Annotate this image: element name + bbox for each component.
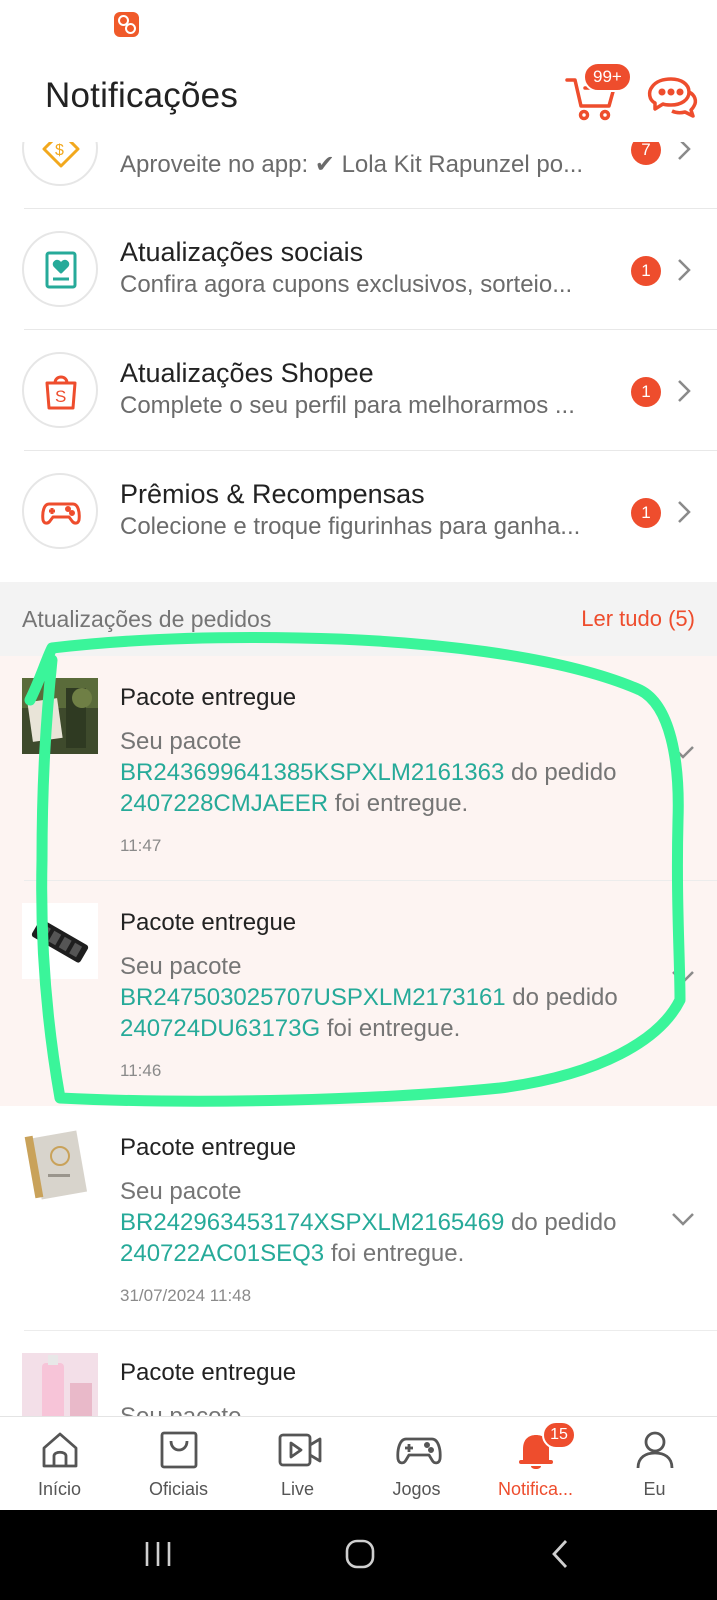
order-updates-list: Pacote entregue Seu pacote BR24369964138… [0, 656, 717, 1416]
home-circle-icon[interactable] [344, 1538, 376, 1570]
nav-notifications[interactable]: 15 Notifica... [476, 1417, 595, 1511]
category-description: Aproveite no app: ✔ Lola Kit Rapunzel po… [120, 151, 584, 178]
status-bar [0, 0, 717, 50]
nav-profile[interactable]: Eu [595, 1417, 714, 1511]
chevron-right-icon [678, 259, 691, 281]
category-title: Atualizações sociais [120, 237, 364, 267]
category-row-rewards[interactable]: Prêmios & Recompensas Colecione e troque… [0, 451, 717, 572]
body-prefix: Seu pacote [120, 1403, 241, 1416]
unread-count-badge: 1 [631, 377, 661, 407]
cart-badge: 99+ [583, 62, 632, 92]
orders-section-header: Atualizações de pedidos Ler tudo (5) [0, 582, 717, 656]
chat-icon [647, 77, 698, 118]
tracking-number-link[interactable]: BR247503025707USPXLM2173161 [120, 984, 506, 1011]
promo-voucher-icon: $ [22, 142, 98, 186]
notification-categories: $ Aproveite no app: ✔ Lola Kit Rapunzel … [0, 142, 717, 582]
page-title: Notificações [45, 76, 239, 115]
chevron-right-icon [678, 142, 691, 160]
notification-body: Seu pacote BR243699641385KSPXLM2161363 d… [120, 726, 660, 819]
order-notification[interactable]: Pacote entregue Seu pacote BR24296345317… [0, 1106, 717, 1331]
notification-time: 11:46 [120, 1061, 162, 1080]
games-icon [396, 1437, 442, 1465]
order-id-link[interactable]: 240724DU63173G [120, 1015, 320, 1042]
category-title: Prêmios & Recompensas [120, 479, 425, 509]
category-title: Atualizações Shopee [120, 358, 374, 388]
tracking-number-link[interactable]: BR243699641385KSPXLM2161363 [120, 759, 504, 786]
body-prefix: Seu pacote [120, 1178, 242, 1205]
body-mid: do pedido [504, 1209, 617, 1236]
body-mid: do pedido [505, 984, 618, 1011]
product-thumbnail [22, 903, 98, 979]
nav-live[interactable]: Live [238, 1417, 357, 1511]
notification-title: Pacote entregue [120, 1359, 297, 1386]
profile-icon [636, 1431, 674, 1469]
body-prefix: Seu pacote [120, 953, 242, 980]
tracking-number-link[interactable]: BR242963453174XSPXLM2165469 [120, 1209, 504, 1236]
top-header: Notificações 99+ [0, 50, 717, 142]
notification-title: Pacote entregue [120, 684, 297, 711]
category-description: Confira agora cupons exclusivos, sorteio… [120, 271, 573, 298]
home-icon [42, 1432, 78, 1468]
mall-bag-icon [160, 1431, 198, 1469]
order-id-link[interactable]: 240722AC01SEQ3 [120, 1240, 324, 1267]
svg-text:S: S [55, 387, 66, 406]
chevron-right-icon [678, 501, 691, 523]
body-mid: do pedido [504, 759, 617, 786]
bottom-navigation: Início Oficiais Live Jogos 15 Notifica..… [0, 1416, 717, 1510]
product-thumbnail [22, 1128, 98, 1204]
notifications-badge: 15 [542, 1421, 576, 1449]
live-video-icon [278, 1433, 322, 1467]
nav-label: Live [280, 1479, 315, 1499]
chevron-down-icon[interactable] [670, 744, 696, 760]
nav-label: Oficiais [148, 1479, 208, 1499]
back-icon[interactable] [550, 1538, 570, 1570]
order-notification[interactable]: Pacote entregue Seu pacote [0, 1331, 717, 1416]
order-id-link[interactable]: 2407228CMJAEER [120, 790, 328, 817]
body-suffix: foi entregue. [324, 1240, 465, 1267]
notification-title: Pacote entregue [120, 1134, 297, 1161]
order-notification[interactable]: Pacote entregue Seu pacote BR24750302570… [0, 881, 717, 1106]
notification-time: 31/07/2024 11:48 [120, 1286, 252, 1305]
body-suffix: foi entregue. [320, 1015, 461, 1042]
category-row-promotions[interactable]: $ Aproveite no app: ✔ Lola Kit Rapunzel … [0, 142, 717, 209]
nav-label: Início [37, 1479, 82, 1499]
nav-mall[interactable]: Oficiais [119, 1417, 238, 1511]
svg-text:$: $ [55, 142, 64, 159]
section-title: Atualizações de pedidos [22, 606, 272, 632]
unread-count-badge: 7 [631, 142, 661, 165]
read-all-button[interactable]: Ler tudo (5) [581, 606, 695, 632]
notification-body: Seu pacote BR247503025707USPXLM2173161 d… [120, 951, 660, 1044]
chevron-down-icon[interactable] [670, 969, 696, 985]
unread-count-badge: 1 [631, 498, 661, 528]
notification-body: Seu pacote BR242963453174XSPXLM2165469 d… [120, 1176, 660, 1269]
body-prefix: Seu pacote [120, 728, 242, 755]
system-navigation-bar [0, 1510, 717, 1600]
gamepad-icon [22, 473, 98, 549]
chevron-down-icon[interactable] [670, 1211, 696, 1227]
product-thumbnail [22, 678, 98, 754]
category-description: Complete o seu perfil para melhorarmos .… [120, 392, 575, 419]
chat-button[interactable] [645, 70, 699, 124]
nav-label: Notifica... [497, 1479, 574, 1499]
chevron-right-icon [678, 380, 691, 402]
nav-home[interactable]: Início [0, 1417, 119, 1511]
shopee-bag-icon: S [22, 352, 98, 428]
nav-games[interactable]: Jogos [357, 1417, 476, 1511]
notification-title: Pacote entregue [120, 909, 297, 936]
notification-time: 11:47 [120, 836, 162, 855]
nav-label: Jogos [392, 1479, 441, 1499]
category-description: Colecione e troque figurinhas para ganha… [120, 513, 581, 540]
order-notification[interactable]: Pacote entregue Seu pacote BR24369964138… [0, 656, 717, 881]
product-thumbnail [22, 1353, 98, 1416]
body-suffix: foi entregue. [328, 790, 469, 817]
notification-body: Seu pacote [120, 1401, 660, 1416]
social-heart-icon [22, 231, 98, 307]
shopee-app-icon [114, 12, 139, 37]
category-row-shopee[interactable]: S Atualizações Shopee Complete o seu per… [0, 330, 717, 451]
recent-apps-icon[interactable] [143, 1539, 173, 1569]
category-row-social[interactable]: Atualizações sociais Confira agora cupon… [0, 209, 717, 330]
nav-label: Eu [643, 1479, 666, 1499]
unread-count-badge: 1 [631, 256, 661, 286]
